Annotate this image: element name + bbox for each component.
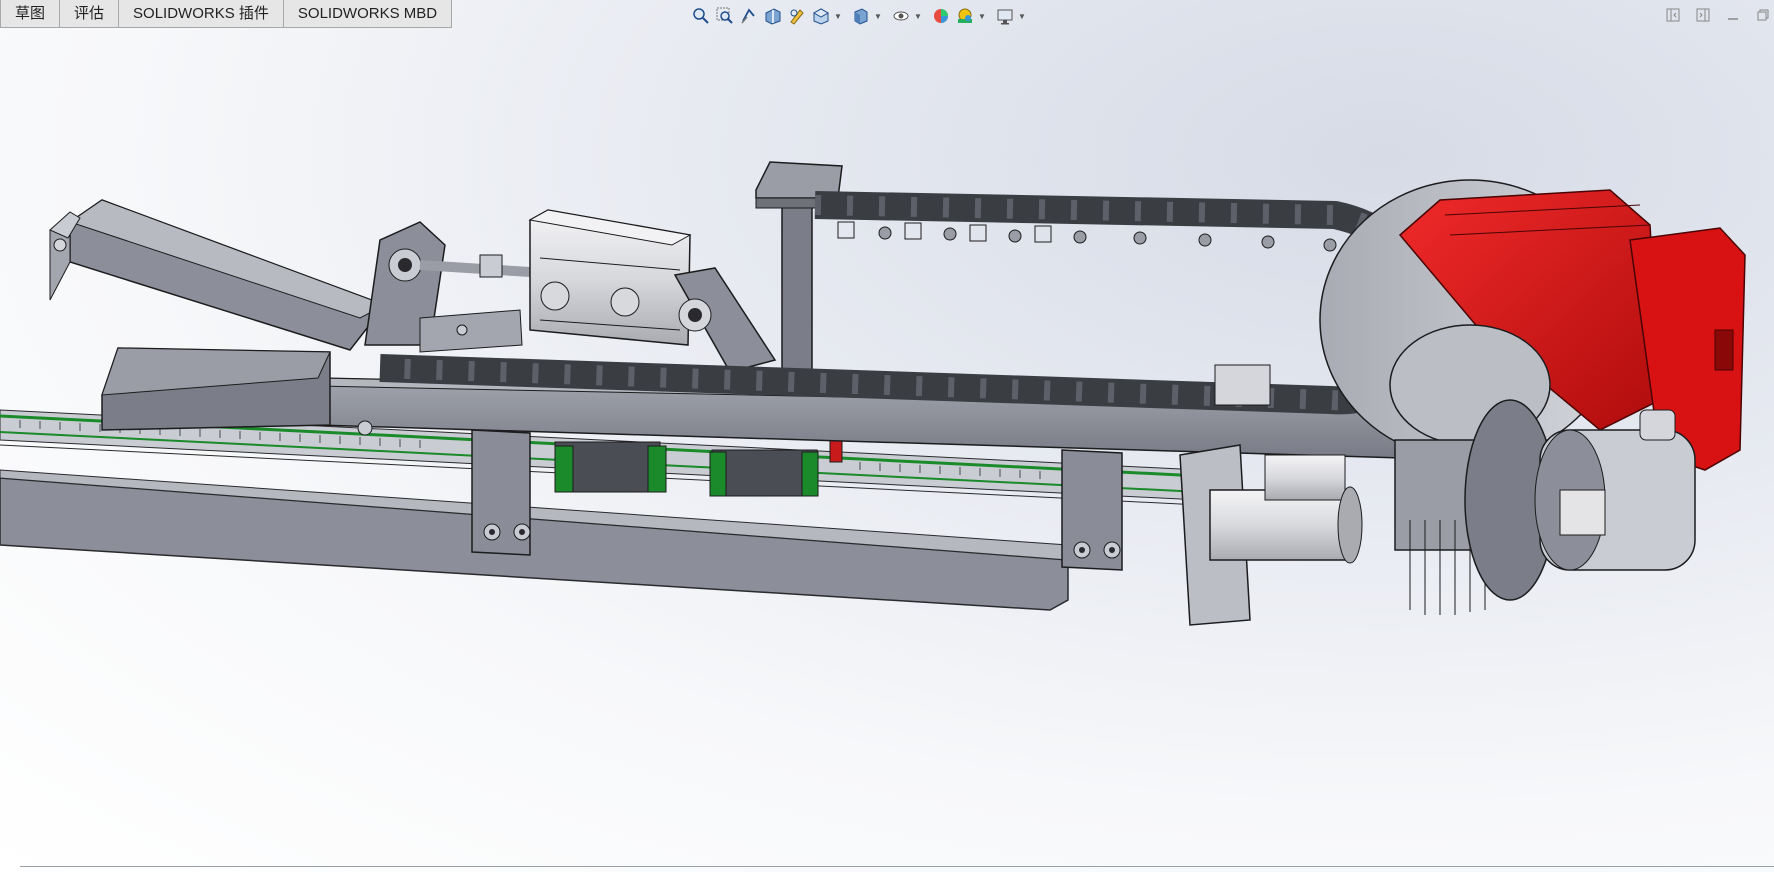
encoder-housing[interactable] [1534, 409, 1696, 571]
tilted-arm[interactable] [49, 199, 387, 351]
edit-appearance-icon[interactable] [930, 5, 952, 27]
tab-solidworks-addins[interactable]: SOLIDWORKS 插件 [119, 0, 284, 28]
viewport-bottom-border [20, 866, 1774, 867]
view-orientation-icon[interactable] [810, 5, 832, 27]
restore-icon[interactable] [1752, 4, 1774, 26]
apply-scene-dropdown[interactable]: ▼ [978, 5, 986, 27]
view-settings-icon[interactable] [994, 5, 1016, 27]
display-style-dropdown[interactable]: ▼ [874, 5, 882, 27]
tab-evaluate[interactable]: 评估 [60, 0, 120, 28]
previous-view-icon[interactable] [738, 5, 760, 27]
dynamic-annotation-icon[interactable] [786, 5, 808, 27]
heads-up-view-toolbar: ▼ ▼ ▼ ▼ ▼ [690, 4, 1032, 28]
clevis-mount[interactable] [673, 267, 777, 373]
section-view-icon[interactable] [762, 5, 784, 27]
hide-show-items-dropdown[interactable]: ▼ [914, 5, 922, 27]
command-manager-tabs: 草图 评估 SOLIDWORKS 插件 SOLIDWORKS MBD [0, 0, 453, 29]
pivot-bracket[interactable] [364, 221, 523, 353]
tile-right-icon[interactable] [1692, 4, 1714, 26]
model-viewport[interactable] [0, 0, 1774, 872]
viewport-window-controls [1662, 4, 1774, 26]
zoom-to-fit-icon[interactable] [690, 5, 712, 27]
gearbox-reducer[interactable] [1389, 324, 1556, 615]
zoom-to-area-icon[interactable] [714, 5, 736, 27]
tile-left-icon[interactable] [1662, 4, 1684, 26]
tab-sketch[interactable]: 草图 [0, 0, 61, 28]
view-settings-dropdown[interactable]: ▼ [1018, 5, 1026, 27]
hide-show-items-icon[interactable] [890, 5, 912, 27]
display-style-icon[interactable] [850, 5, 872, 27]
apply-scene-icon[interactable] [954, 5, 976, 27]
minimize-icon[interactable] [1722, 4, 1744, 26]
tab-solidworks-mbd[interactable]: SOLIDWORKS MBD [283, 0, 453, 28]
view-orientation-dropdown[interactable]: ▼ [834, 5, 842, 27]
